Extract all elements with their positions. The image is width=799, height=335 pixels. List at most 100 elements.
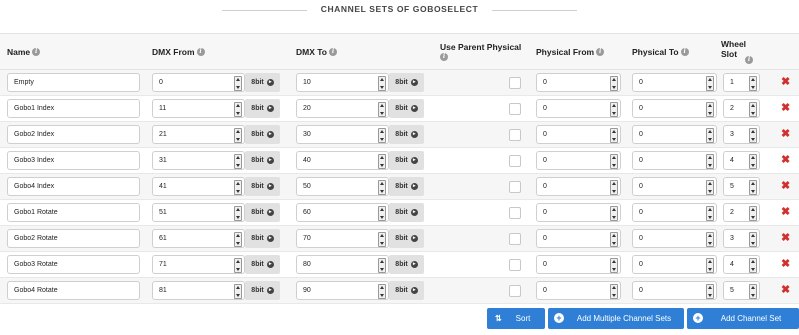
- physical-to-input[interactable]: 0: [632, 73, 717, 92]
- name-input[interactable]: Gobo3 Index: [7, 151, 140, 170]
- spinner-icon[interactable]: [378, 102, 386, 117]
- add-channel-set-button[interactable]: + Add Channel Set: [687, 308, 799, 329]
- wheel-slot-input[interactable]: 3: [723, 125, 760, 144]
- dmx-from-input[interactable]: 0: [152, 73, 245, 92]
- sort-button[interactable]: ⇅ Sort: [487, 308, 545, 329]
- dmx-to-bit-button[interactable]: 8bit ▸: [389, 73, 424, 92]
- physical-to-input[interactable]: 0: [632, 281, 717, 300]
- dmx-from-bit-button[interactable]: 8bit ▸: [245, 255, 280, 274]
- info-icon[interactable]: i: [196, 48, 205, 57]
- name-input[interactable]: Gobo4 Index: [7, 177, 140, 196]
- spinner-icon[interactable]: [749, 232, 757, 247]
- physical-to-input[interactable]: 0: [632, 99, 717, 118]
- spinner-icon[interactable]: [610, 154, 618, 169]
- spinner-icon[interactable]: [378, 128, 386, 143]
- dmx-to-bit-button[interactable]: 8bit ▸: [389, 281, 424, 300]
- dmx-from-bit-button[interactable]: 8bit ▸: [245, 73, 280, 92]
- delete-x-icon[interactable]: ✖: [781, 128, 790, 140]
- dmx-from-input[interactable]: 11: [152, 99, 245, 118]
- info-icon[interactable]: i: [440, 53, 448, 62]
- dmx-to-bit-button[interactable]: 8bit ▸: [389, 125, 424, 144]
- use-parent-physical-checkbox[interactable]: [509, 206, 521, 219]
- dmx-from-bit-button[interactable]: 8bit ▸: [245, 151, 280, 170]
- use-parent-physical-checkbox[interactable]: [509, 284, 521, 297]
- use-parent-physical-checkbox[interactable]: [509, 76, 521, 89]
- dmx-from-bit-button[interactable]: 8bit ▸: [245, 99, 280, 118]
- dmx-to-input[interactable]: 20: [296, 99, 389, 118]
- spinner-icon[interactable]: [234, 76, 242, 91]
- spinner-icon[interactable]: [610, 284, 618, 299]
- physical-from-input[interactable]: 0: [536, 125, 621, 144]
- delete-x-icon[interactable]: ✖: [781, 76, 790, 88]
- delete-x-icon[interactable]: ✖: [781, 102, 790, 114]
- spinner-icon[interactable]: [378, 76, 386, 91]
- spinner-icon[interactable]: [234, 128, 242, 143]
- physical-from-input[interactable]: 0: [536, 99, 621, 118]
- dmx-to-bit-button[interactable]: 8bit ▸: [389, 229, 424, 248]
- info-icon[interactable]: i: [680, 48, 689, 57]
- wheel-slot-input[interactable]: 1: [723, 73, 760, 92]
- spinner-icon[interactable]: [749, 258, 757, 273]
- spinner-icon[interactable]: [610, 232, 618, 247]
- wheel-slot-input[interactable]: 5: [723, 177, 760, 196]
- spinner-icon[interactable]: [749, 102, 757, 117]
- use-parent-physical-checkbox[interactable]: [509, 128, 521, 141]
- spinner-icon[interactable]: [706, 180, 714, 195]
- spinner-icon[interactable]: [706, 258, 714, 273]
- physical-from-input[interactable]: 0: [536, 255, 621, 274]
- name-input[interactable]: Gobo2 Rotate: [7, 229, 140, 248]
- spinner-icon[interactable]: [749, 284, 757, 299]
- spinner-icon[interactable]: [378, 154, 386, 169]
- use-parent-physical-checkbox[interactable]: [509, 258, 521, 271]
- spinner-icon[interactable]: [378, 258, 386, 273]
- wheel-slot-input[interactable]: 3: [723, 229, 760, 248]
- physical-to-input[interactable]: 0: [632, 177, 717, 196]
- spinner-icon[interactable]: [749, 154, 757, 169]
- physical-from-input[interactable]: 0: [536, 73, 621, 92]
- physical-from-input[interactable]: 0: [536, 177, 621, 196]
- use-parent-physical-checkbox[interactable]: [509, 154, 521, 167]
- dmx-to-bit-button[interactable]: 8bit ▸: [389, 255, 424, 274]
- spinner-icon[interactable]: [378, 232, 386, 247]
- spinner-icon[interactable]: [234, 232, 242, 247]
- physical-from-input[interactable]: 0: [536, 203, 621, 222]
- wheel-slot-input[interactable]: 2: [723, 99, 760, 118]
- dmx-to-input[interactable]: 30: [296, 125, 389, 144]
- spinner-icon[interactable]: [234, 284, 242, 299]
- wheel-slot-input[interactable]: 5: [723, 281, 760, 300]
- spinner-icon[interactable]: [706, 154, 714, 169]
- spinner-icon[interactable]: [610, 180, 618, 195]
- dmx-to-bit-button[interactable]: 8bit ▸: [389, 99, 424, 118]
- add-multiple-channel-sets-button[interactable]: + Add Multiple Channel Sets: [548, 308, 684, 329]
- use-parent-physical-checkbox[interactable]: [509, 180, 521, 193]
- name-input[interactable]: Gobo4 Rotate: [7, 281, 140, 300]
- dmx-from-input[interactable]: 41: [152, 177, 245, 196]
- dmx-from-bit-button[interactable]: 8bit ▸: [245, 281, 280, 300]
- dmx-to-input[interactable]: 70: [296, 229, 389, 248]
- dmx-to-bit-button[interactable]: 8bit ▸: [389, 151, 424, 170]
- spinner-icon[interactable]: [234, 180, 242, 195]
- dmx-from-input[interactable]: 81: [152, 281, 245, 300]
- spinner-icon[interactable]: [610, 102, 618, 117]
- name-input[interactable]: Gobo3 Rotate: [7, 255, 140, 274]
- delete-x-icon[interactable]: ✖: [781, 284, 790, 296]
- spinner-icon[interactable]: [610, 128, 618, 143]
- spinner-icon[interactable]: [234, 258, 242, 273]
- wheel-slot-input[interactable]: 2: [723, 203, 760, 222]
- spinner-icon[interactable]: [749, 128, 757, 143]
- dmx-from-input[interactable]: 61: [152, 229, 245, 248]
- dmx-to-input[interactable]: 90: [296, 281, 389, 300]
- spinner-icon[interactable]: [234, 102, 242, 117]
- spinner-icon[interactable]: [706, 76, 714, 91]
- spinner-icon[interactable]: [706, 128, 714, 143]
- name-input[interactable]: Empty: [7, 73, 140, 92]
- dmx-from-bit-button[interactable]: 8bit ▸: [245, 203, 280, 222]
- delete-x-icon[interactable]: ✖: [781, 232, 790, 244]
- dmx-to-bit-button[interactable]: 8bit ▸: [389, 203, 424, 222]
- spinner-icon[interactable]: [706, 102, 714, 117]
- wheel-slot-input[interactable]: 4: [723, 255, 760, 274]
- dmx-from-bit-button[interactable]: 8bit ▸: [245, 229, 280, 248]
- spinner-icon[interactable]: [610, 258, 618, 273]
- info-icon[interactable]: i: [329, 48, 338, 57]
- spinner-icon[interactable]: [378, 206, 386, 221]
